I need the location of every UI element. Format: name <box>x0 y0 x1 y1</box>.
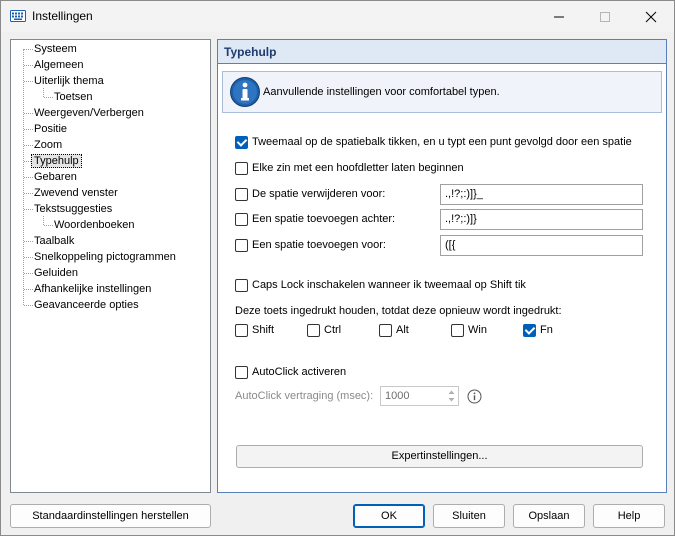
keyboard-icon <box>10 10 26 22</box>
typehulp-panel: Typehulp Aanvullende instellingen voor c… <box>217 39 667 493</box>
autoclick-delay-label: AutoClick vertraging (msec): <box>235 390 374 402</box>
capitalize-label: Elke zin met een hoofdletter laten begin… <box>252 162 464 174</box>
close-icon <box>645 11 657 23</box>
autoclick-checkbox[interactable] <box>235 365 248 379</box>
tree-item-toetsen[interactable]: Toetsen <box>52 90 95 104</box>
tree-item-typehulp[interactable]: Typehulp <box>31 154 82 168</box>
remove-space-before-input[interactable]: .,!?;:)]}_ <box>440 184 643 205</box>
tree-item-tekstsuggesties[interactable]: Tekstsuggesties <box>32 202 114 216</box>
win-label: Win <box>468 324 487 336</box>
add-space-before-checkbox[interactable] <box>235 238 248 252</box>
fn-checkbox[interactable] <box>523 323 536 337</box>
tree-item-taalbalk[interactable]: Taalbalk <box>32 234 76 248</box>
hold-key-ctrl[interactable]: Ctrl <box>307 322 341 338</box>
tree-item-afhankelijke-instellingen[interactable]: Afhankelijke instellingen <box>32 282 153 296</box>
minimize-icon <box>554 16 564 18</box>
info-text: Aanvullende instellingen voor comfortabe… <box>263 86 500 98</box>
settings-tree[interactable]: Systeem Algemeen Uiterlijk thema Toetsen… <box>10 39 211 493</box>
autoclick-option[interactable]: AutoClick activeren <box>235 364 346 380</box>
tree-item-weergeven-verbergen[interactable]: Weergeven/Verbergen <box>32 106 146 120</box>
tree-item-snelkoppeling-pictogrammen[interactable]: Snelkoppeling pictogrammen <box>32 250 178 264</box>
autoclick-label: AutoClick activeren <box>252 366 347 378</box>
info-hint-icon[interactable] <box>467 389 482 404</box>
double-space-option[interactable]: Tweemaal op de spatiebalk tikken, en u t… <box>235 134 632 150</box>
add-space-after-input[interactable]: .,!?;:)]} <box>440 209 643 230</box>
close-button[interactable]: Sluiten <box>433 504 505 528</box>
hold-key-shift[interactable]: Shift <box>235 322 274 338</box>
fn-label: Fn <box>540 324 553 336</box>
expert-settings-button[interactable]: Expertinstellingen... <box>236 445 643 468</box>
capitalize-checkbox[interactable] <box>235 161 248 175</box>
double-space-checkbox[interactable] <box>235 135 248 149</box>
hold-key-fn[interactable]: Fn <box>523 322 553 338</box>
ok-button[interactable]: OK <box>353 504 425 528</box>
tree-item-algemeen[interactable]: Algemeen <box>32 58 86 72</box>
remove-space-before-option[interactable]: De spatie verwijderen voor: <box>235 186 385 202</box>
add-space-before-label: Een spatie toevoegen voor: <box>252 239 386 251</box>
spinner-arrows-icon <box>448 390 455 402</box>
hold-key-alt[interactable]: Alt <box>379 322 409 338</box>
remove-space-before-label: De spatie verwijderen voor: <box>252 188 386 200</box>
tree-item-gebaren[interactable]: Gebaren <box>32 170 79 184</box>
win-checkbox[interactable] <box>451 323 464 337</box>
info-icon <box>230 77 260 107</box>
tree-connector <box>43 216 44 225</box>
add-space-after-option[interactable]: Een spatie toevoegen achter: <box>235 211 395 227</box>
tree-item-geluiden[interactable]: Geluiden <box>32 266 80 280</box>
save-button[interactable]: Opslaan <box>513 504 585 528</box>
hold-key-win[interactable]: Win <box>451 322 487 338</box>
tree-item-woordenboeken[interactable]: Woordenboeken <box>52 218 137 232</box>
caps-lock-label: Caps Lock inschakelen wanneer ik tweemaa… <box>252 279 526 291</box>
tree-item-systeem[interactable]: Systeem <box>32 42 79 56</box>
ctrl-label: Ctrl <box>324 324 342 336</box>
reset-defaults-button[interactable]: Standaardinstellingen herstellen <box>10 504 211 528</box>
add-space-after-checkbox[interactable] <box>235 212 248 226</box>
tree-connector <box>43 88 44 97</box>
add-space-before-option[interactable]: Een spatie toevoegen voor: <box>235 237 386 253</box>
caps-lock-checkbox[interactable] <box>235 278 248 292</box>
capitalize-option[interactable]: Elke zin met een hoofdletter laten begin… <box>235 160 464 176</box>
add-space-after-label: Een spatie toevoegen achter: <box>252 213 396 225</box>
alt-checkbox[interactable] <box>379 323 392 337</box>
close-window-button[interactable] <box>628 1 674 32</box>
maximize-icon <box>600 12 610 22</box>
tree-item-uiterlijk-thema[interactable]: Uiterlijk thema <box>32 74 106 88</box>
remove-space-before-checkbox[interactable] <box>235 187 248 201</box>
ctrl-checkbox[interactable] <box>307 323 320 337</box>
info-banner: Aanvullende instellingen voor comfortabe… <box>222 71 662 113</box>
add-space-before-input[interactable]: ([{ <box>440 235 643 256</box>
maximize-button <box>582 1 628 32</box>
tree-item-zoom[interactable]: Zoom <box>32 138 64 152</box>
title-bar[interactable]: Instellingen <box>1 1 674 32</box>
tree-item-zwevend-venster[interactable]: Zwevend venster <box>32 186 120 200</box>
tree-connector <box>24 161 31 162</box>
tree-item-positie[interactable]: Positie <box>32 122 69 136</box>
tree-item-geavanceerde-opties[interactable]: Geavanceerde opties <box>32 298 141 312</box>
help-button[interactable]: Help <box>593 504 665 528</box>
shift-label: Shift <box>252 324 275 336</box>
settings-window: Instellingen Systeem Algemeen Uiterlijk … <box>0 0 675 536</box>
panel-header: Typehulp <box>218 40 666 64</box>
window-title: Instellingen <box>32 9 93 23</box>
hold-keys-label: Deze toets ingedrukt houden, totdat deze… <box>235 305 562 317</box>
caps-lock-option[interactable]: Caps Lock inschakelen wanneer ik tweemaa… <box>235 277 526 293</box>
shift-checkbox[interactable] <box>235 323 248 337</box>
minimize-button[interactable] <box>536 1 582 32</box>
autoclick-delay-value: 1000 <box>385 390 410 402</box>
double-space-label: Tweemaal op de spatiebalk tikken, en u t… <box>252 136 632 148</box>
panel-title: Typehulp <box>224 45 277 59</box>
autoclick-delay-spinner: 1000 <box>380 386 459 406</box>
alt-label: Alt <box>396 324 409 336</box>
